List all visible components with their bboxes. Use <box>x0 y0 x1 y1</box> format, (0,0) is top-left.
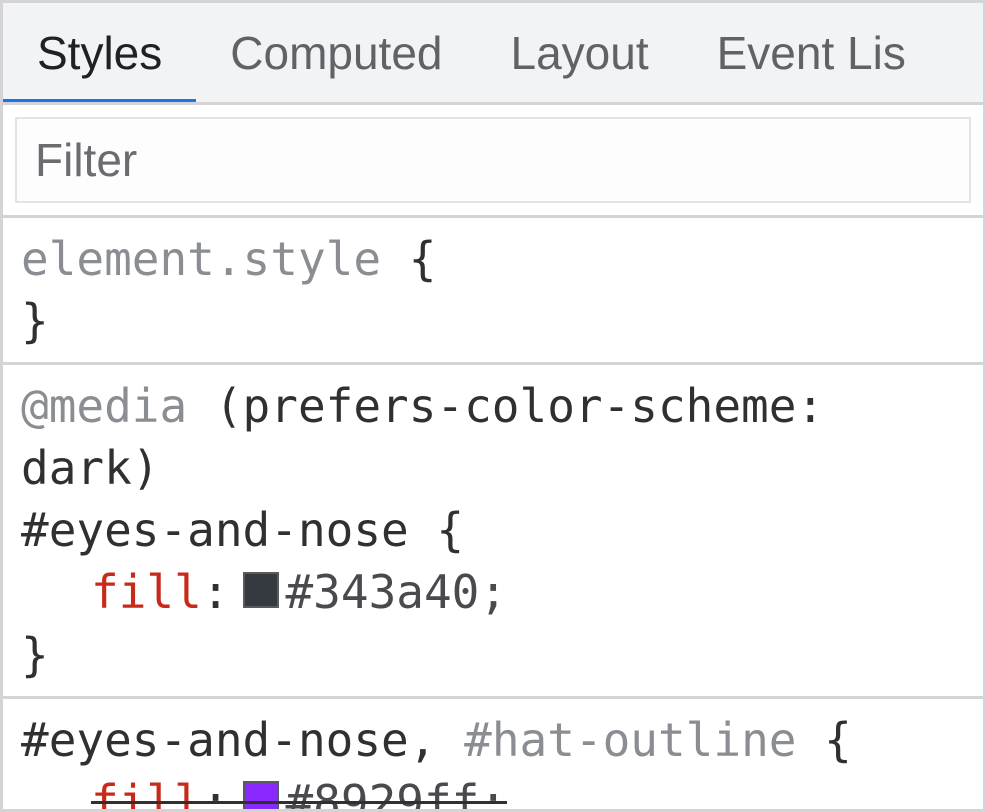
property-value: #8929ff <box>285 771 479 809</box>
media-keyword: @media <box>21 379 187 433</box>
property-name: fill <box>91 771 202 809</box>
selector-separator: , <box>409 713 464 767</box>
tab-styles[interactable]: Styles <box>3 3 196 102</box>
open-brace: { <box>409 503 464 557</box>
tab-computed[interactable]: Computed <box>196 3 476 102</box>
filter-input[interactable] <box>15 117 971 203</box>
property-name: fill <box>91 561 202 623</box>
selector-hat-outline: #hat-outline <box>464 713 796 767</box>
open-brace: { <box>796 713 851 767</box>
open-brace: { <box>381 232 436 286</box>
semicolon: ; <box>479 771 507 809</box>
declaration-fill-base[interactable]: fill: #8929ff; <box>21 771 965 809</box>
selector-eyes-and-nose: #eyes-and-nose <box>21 713 409 767</box>
overridden-declaration: fill: #8929ff; <box>91 771 507 809</box>
rule-base[interactable]: #eyes-and-nose, #hat-outline { fill: #89… <box>3 699 983 809</box>
rule-media-dark[interactable]: @media (prefers-color-scheme: dark) #eye… <box>3 365 983 698</box>
styles-panel: Styles Computed Layout Event Lis element… <box>0 0 986 812</box>
rules-list: element.style { } @media (prefers-color-… <box>3 218 983 809</box>
close-brace: } <box>21 294 49 348</box>
tabs-bar: Styles Computed Layout Event Lis <box>3 3 983 105</box>
tab-layout[interactable]: Layout <box>477 3 683 102</box>
declaration-fill-dark[interactable]: fill: #343a40; <box>21 561 965 623</box>
property-value: #343a40 <box>285 561 479 623</box>
rule-element-style[interactable]: element.style { } <box>3 218 983 365</box>
filter-row <box>3 105 983 218</box>
semicolon: ; <box>479 561 507 623</box>
close-brace: } <box>21 628 49 682</box>
colon: : <box>202 771 230 809</box>
color-swatch-icon[interactable] <box>243 781 279 809</box>
colon: : <box>202 561 230 623</box>
color-swatch-icon[interactable] <box>243 572 279 608</box>
selector-eyes-and-nose: #eyes-and-nose <box>21 503 409 557</box>
selector-element-style: element.style <box>21 232 381 286</box>
tab-event-listeners[interactable]: Event Lis <box>683 3 940 102</box>
